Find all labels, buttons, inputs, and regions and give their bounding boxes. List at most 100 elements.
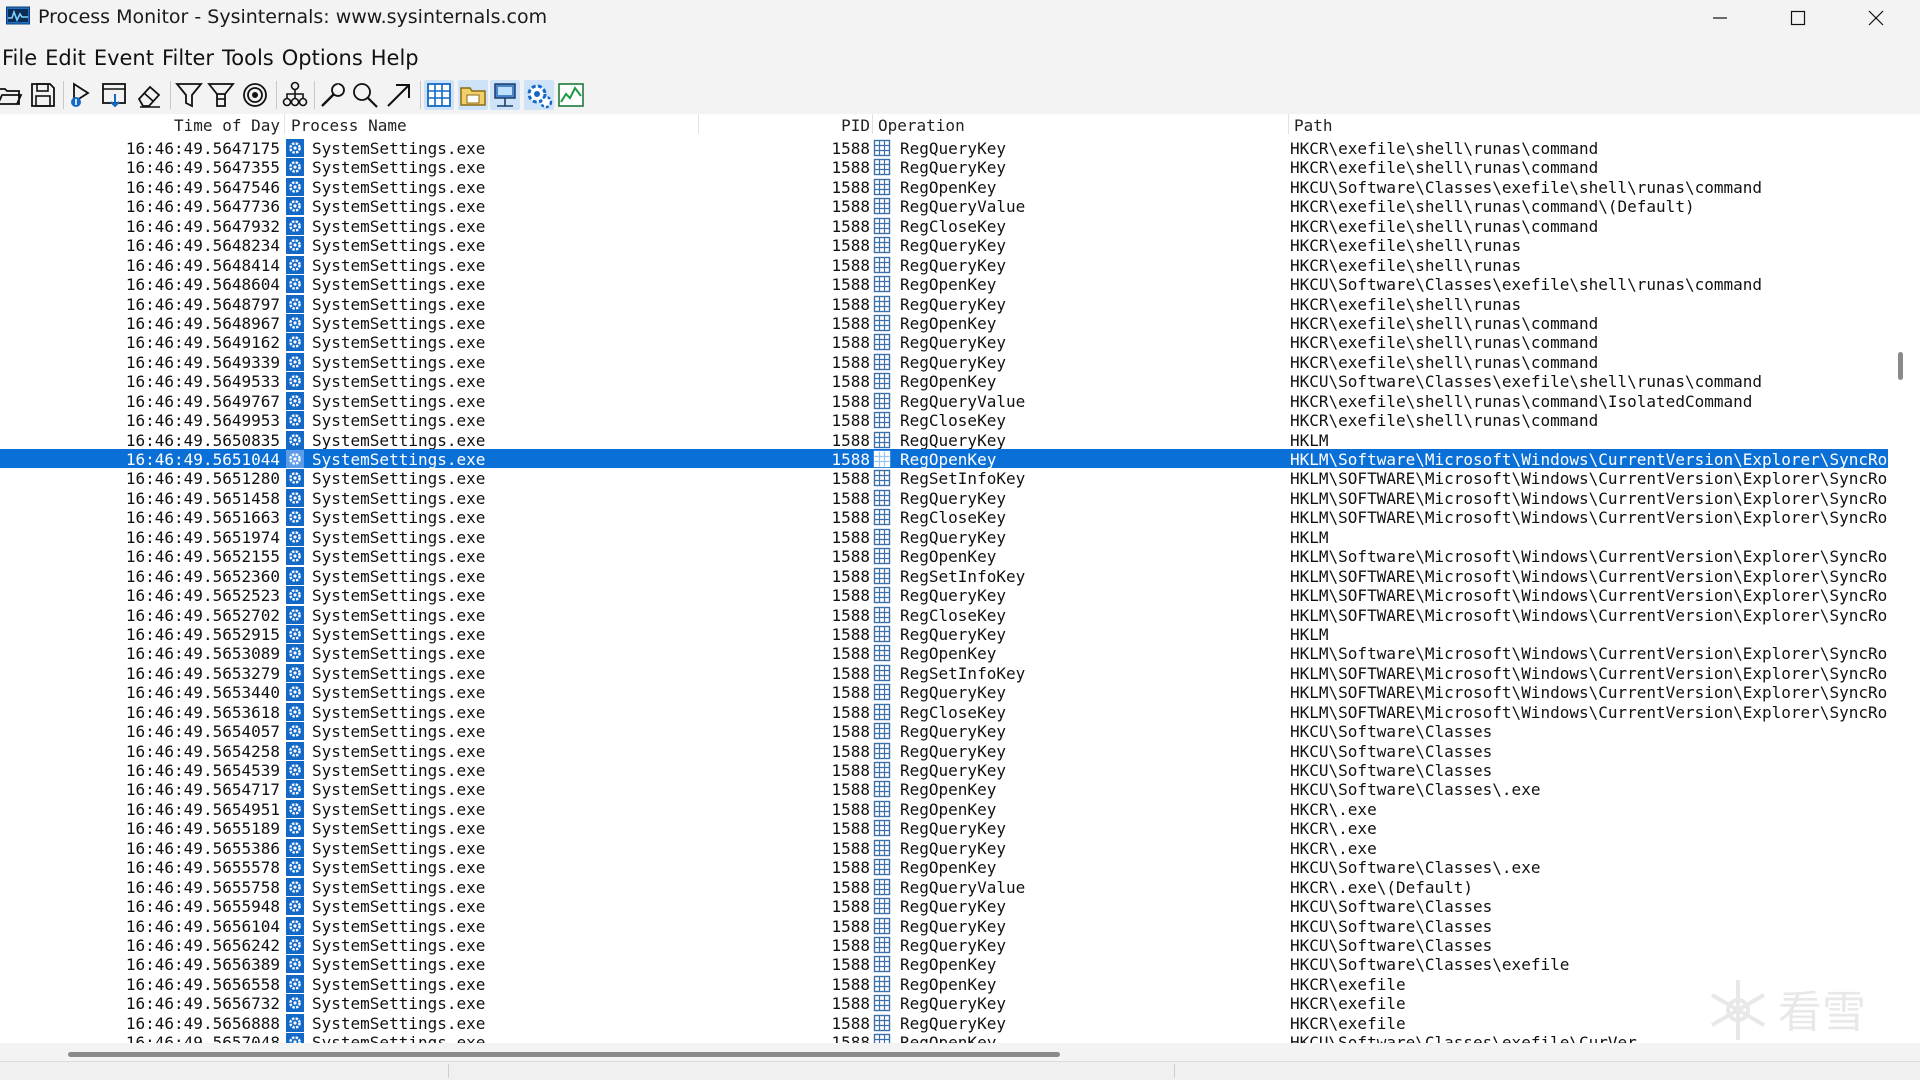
registry-operation-icon [873, 800, 891, 818]
save-button[interactable] [28, 80, 58, 110]
column-divider[interactable] [1288, 114, 1289, 134]
table-row[interactable]: 16:46:49.5655758 SystemSettings.exe 1588 Re… [0, 877, 1888, 897]
menu-help[interactable]: Help [368, 40, 424, 70]
table-row[interactable]: 16:46:49.5648797 SystemSettings.exe 1588 Re… [0, 294, 1888, 314]
snowflake-watermark-icon: 看雪 [1708, 975, 1898, 1045]
capture-button[interactable] [68, 80, 98, 110]
event-list[interactable]: Time of Day Process Name PID Operation P… [0, 114, 1888, 1043]
table-row[interactable]: 16:46:49.5653440 SystemSettings.exe 1588 Re… [0, 682, 1888, 702]
autoscroll-button[interactable] [100, 80, 130, 110]
menu-edit[interactable]: Edit [42, 40, 91, 70]
process-thread-activity-button[interactable] [524, 80, 554, 110]
process-name-cell: SystemSettings.exe [312, 1013, 486, 1033]
table-row[interactable]: 16:46:49.5656558 SystemSettings.exe 1588 Re… [0, 974, 1888, 994]
table-row[interactable]: 16:46:49.5649767 SystemSettings.exe 1588 Re… [0, 391, 1888, 411]
table-row[interactable]: 16:46:49.5647546 SystemSettings.exe 1588 Re… [0, 177, 1888, 197]
registry-activity-icon [427, 83, 451, 107]
menu-tools[interactable]: Tools [219, 40, 279, 70]
table-row[interactable]: 16:46:49.5648414 SystemSettings.exe 1588 Re… [0, 255, 1888, 275]
column-header-operation[interactable]: Operation [878, 116, 965, 135]
column-divider[interactable] [284, 114, 285, 134]
table-row[interactable]: 16:46:49.5651458 SystemSettings.exe 1588 Re… [0, 488, 1888, 508]
clear-button[interactable] [134, 80, 164, 110]
open-button[interactable] [0, 80, 24, 110]
table-row[interactable]: 16:46:49.5654539 SystemSettings.exe 1588 Re… [0, 760, 1888, 780]
table-row[interactable]: 16:46:49.5655189 SystemSettings.exe 1588 Re… [0, 818, 1888, 838]
table-row[interactable]: 16:46:49.5654258 SystemSettings.exe 1588 Re… [0, 741, 1888, 761]
maximize-button[interactable] [1760, 0, 1836, 36]
table-row[interactable]: 16:46:49.5654717 SystemSettings.exe 1588 Re… [0, 779, 1888, 799]
registry-activity-button[interactable] [424, 80, 454, 110]
table-row[interactable]: 16:46:49.5649533 SystemSettings.exe 1588 Re… [0, 371, 1888, 391]
minimize-button[interactable] [1682, 0, 1758, 36]
horizontal-scroll-thumb[interactable] [68, 1052, 1060, 1057]
column-header-pid[interactable]: PID [841, 116, 870, 135]
table-row[interactable]: 16:46:49.5655578 SystemSettings.exe 1588 Re… [0, 857, 1888, 877]
table-row[interactable]: 16:46:49.5649339 SystemSettings.exe 1588 Re… [0, 352, 1888, 372]
table-row[interactable]: 16:46:49.5648967 SystemSettings.exe 1588 Re… [0, 313, 1888, 333]
table-row[interactable]: 16:46:49.5652360 SystemSettings.exe 1588 Re… [0, 566, 1888, 586]
vertical-scroll-thumb[interactable] [1898, 352, 1903, 380]
table-row[interactable]: 16:46:49.5656242 SystemSettings.exe 1588 Re… [0, 935, 1888, 955]
file-system-activity-button[interactable] [458, 80, 488, 110]
table-row-selected[interactable]: 16:46:49.5651044 SystemSettings.exe 1588 Re… [0, 449, 1888, 469]
table-row[interactable]: 16:46:49.5656888 SystemSettings.exe 1588 Re… [0, 1013, 1888, 1033]
menu-options[interactable]: Options [279, 40, 368, 70]
jump-to-button[interactable] [384, 80, 414, 110]
process-name-cell: SystemSettings.exe [312, 527, 486, 547]
table-row[interactable]: 16:46:49.5651663 SystemSettings.exe 1588 Re… [0, 507, 1888, 527]
network-activity-button[interactable] [490, 80, 520, 110]
table-row[interactable]: 16:46:49.5650835 SystemSettings.exe 1588 Re… [0, 430, 1888, 450]
time-cell: 16:46:49.5651458 [125, 488, 280, 508]
table-row[interactable]: 16:46:49.5648604 SystemSettings.exe 1588 Re… [0, 274, 1888, 294]
table-row[interactable]: 16:46:49.5655948 SystemSettings.exe 1588 Re… [0, 896, 1888, 916]
table-row[interactable]: 16:46:49.5649953 SystemSettings.exe 1588 Re… [0, 410, 1888, 430]
path-cell: HKCR\exefile\shell\runas\command [1290, 333, 1599, 353]
table-row[interactable]: 16:46:49.5652915 SystemSettings.exe 1588 Re… [0, 624, 1888, 644]
profiling-events-button[interactable] [556, 80, 586, 110]
vertical-scrollbar[interactable] [1888, 114, 1920, 1043]
include-process-button[interactable] [240, 80, 270, 110]
horizontal-scrollbar[interactable] [0, 1043, 1888, 1061]
highlight-button[interactable] [206, 80, 236, 110]
table-row[interactable]: 16:46:49.5647736 SystemSettings.exe 1588 Re… [0, 196, 1888, 216]
table-row[interactable]: 16:46:49.5653618 SystemSettings.exe 1588 Re… [0, 702, 1888, 722]
process-name-cell: SystemSettings.exe [312, 955, 486, 975]
path-cell: HKLM\Software\Microsoft\Windows\CurrentV… [1290, 450, 1888, 469]
filter-button[interactable] [174, 80, 204, 110]
column-header-path[interactable]: Path [1294, 116, 1333, 135]
table-row[interactable]: 16:46:49.5654951 SystemSettings.exe 1588 Re… [0, 799, 1888, 819]
table-row[interactable]: 16:46:49.5656104 SystemSettings.exe 1588 Re… [0, 916, 1888, 936]
table-row[interactable]: 16:46:49.5648234 SystemSettings.exe 1588 Re… [0, 235, 1888, 255]
column-divider[interactable] [872, 114, 873, 134]
find-button[interactable] [350, 80, 380, 110]
table-row[interactable]: 16:46:49.5654057 SystemSettings.exe 1588 Re… [0, 721, 1888, 741]
column-header-process[interactable]: Process Name [291, 116, 407, 135]
process-tree-button[interactable] [280, 80, 310, 110]
table-row[interactable]: 16:46:49.5652155 SystemSettings.exe 1588 Re… [0, 546, 1888, 566]
table-row[interactable]: 16:46:49.5647355 SystemSettings.exe 1588 Re… [0, 157, 1888, 177]
table-row[interactable]: 16:46:49.5647932 SystemSettings.exe 1588 Re… [0, 216, 1888, 236]
menu-filter[interactable]: Filter [159, 40, 219, 70]
table-row[interactable]: 16:46:49.5652702 SystemSettings.exe 1588 Re… [0, 605, 1888, 625]
table-row[interactable]: 16:46:49.5651974 SystemSettings.exe 1588 Re… [0, 527, 1888, 547]
table-row[interactable]: 16:46:49.5655386 SystemSettings.exe 1588 Re… [0, 838, 1888, 858]
process-name-cell: SystemSettings.exe [312, 139, 486, 158]
menu-event[interactable]: Event [91, 40, 159, 70]
column-divider[interactable] [698, 114, 699, 134]
table-row[interactable]: 16:46:49.5657048 SystemSettings.exe 1588 Re… [0, 1032, 1888, 1043]
table-row[interactable]: 16:46:49.5656389 SystemSettings.exe 1588 Re… [0, 954, 1888, 975]
column-header-time[interactable]: Time of Day [174, 116, 280, 135]
registry-operation-icon [873, 722, 891, 740]
close-button[interactable] [1838, 0, 1914, 36]
table-row[interactable]: 16:46:49.5647175 SystemSettings.exe 1588 Re… [0, 138, 1888, 158]
table-row[interactable]: 16:46:49.5653089 SystemSettings.exe 1588 Re… [0, 643, 1888, 663]
table-row[interactable]: 16:46:49.5652523 SystemSettings.exe 1588 Re… [0, 585, 1888, 605]
table-row[interactable]: 16:46:49.5656732 SystemSettings.exe 1588 Re… [0, 993, 1888, 1013]
table-row[interactable]: 16:46:49.5651280 SystemSettings.exe 1588 Re… [0, 468, 1888, 488]
registry-operation-icon [873, 469, 891, 487]
table-row[interactable]: 16:46:49.5653279 SystemSettings.exe 1588 Re… [0, 663, 1888, 683]
table-row[interactable]: 16:46:49.5649162 SystemSettings.exe 1588 Re… [0, 332, 1888, 353]
menu-file[interactable]: File [0, 40, 42, 70]
properties-button[interactable] [318, 80, 348, 110]
